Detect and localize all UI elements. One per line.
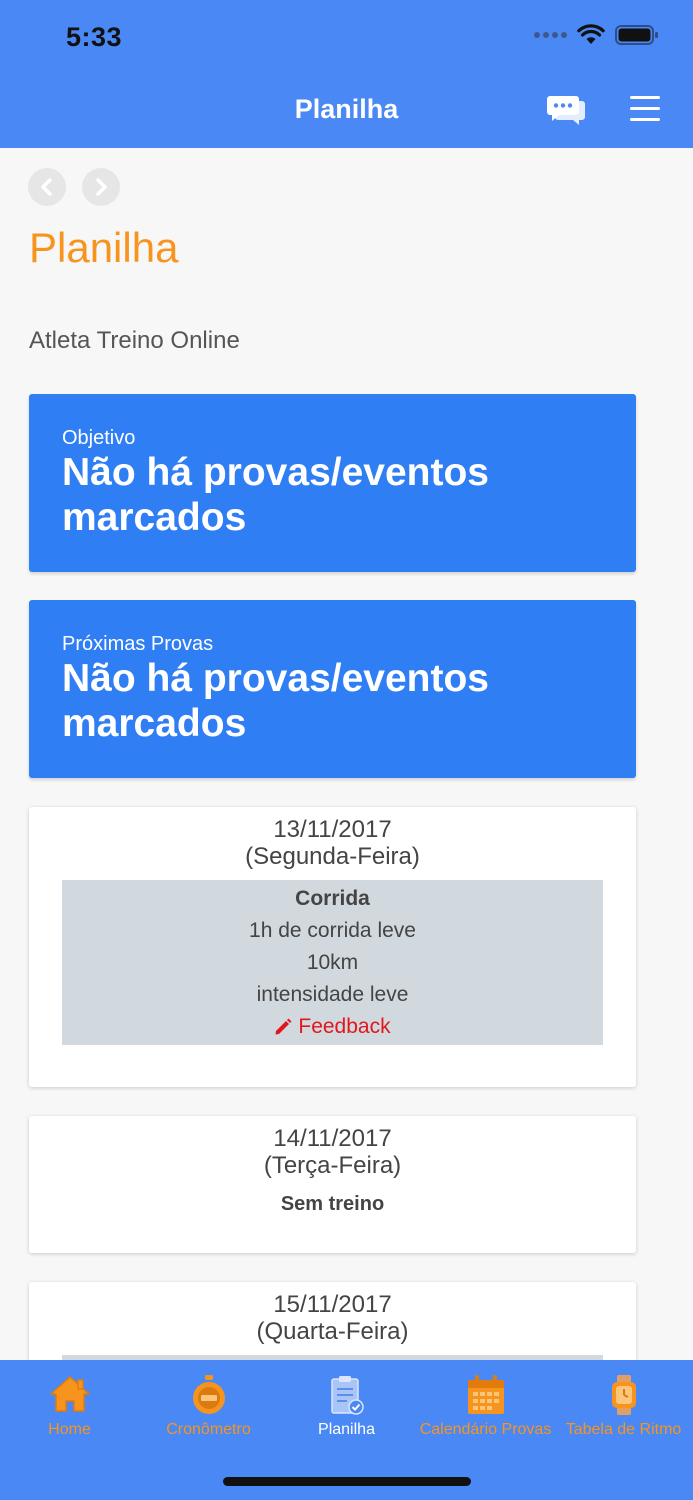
objective-label: Objetivo [62, 427, 136, 449]
day-weekday: (Segunda-Feira) [245, 843, 420, 870]
status-indicators [534, 24, 659, 46]
tab-label: Planilha [318, 1421, 375, 1438]
feedback-link[interactable]: Feedback [62, 1011, 603, 1043]
workout-line: intensidade leve [256, 983, 409, 1006]
app-header: 5:33 Planilha [0, 0, 693, 148]
next-races-card: Próximas Provas Não há provas/eventos ma… [29, 600, 636, 778]
menu-icon[interactable] [630, 96, 660, 122]
tab-home[interactable]: Home [0, 1360, 139, 1450]
day-card: 14/11/2017 (Terça-Feira) Sem treino [29, 1116, 636, 1253]
home-indicator [223, 1477, 471, 1486]
next-races-label: Próximas Provas [62, 633, 214, 655]
home-icon [49, 1376, 90, 1412]
tab-label: Calendário Provas [419, 1421, 552, 1438]
battery-icon [615, 25, 658, 45]
day-card: 13/11/2017 (Segunda-Feira) Corrida 1h de… [29, 807, 636, 1087]
wifi-icon [577, 24, 605, 44]
page-title: Planilha [29, 224, 179, 271]
workout-line: 10km [306, 951, 359, 974]
smartwatch-icon [611, 1375, 636, 1415]
signal-icon [534, 32, 567, 38]
chat-button[interactable] [546, 94, 586, 126]
no-training-note: Sem treino [280, 1193, 385, 1215]
next-week-button[interactable] [82, 168, 120, 206]
tab-label: Cronômetro [166, 1421, 251, 1438]
workout-type: Corrida [295, 887, 370, 910]
prev-week-button[interactable] [28, 168, 66, 206]
tab-pace-table[interactable]: Tabela de Ritmo [554, 1360, 693, 1450]
tab-label: Tabela de Ritmo [565, 1421, 682, 1438]
day-weekday: (Terça-Feira) [263, 1152, 402, 1179]
chevron-left-icon [41, 178, 52, 196]
day-date: 13/11/2017 [273, 816, 392, 843]
tab-label: Home [48, 1421, 91, 1438]
athlete-name: Atleta Treino Online [29, 327, 240, 354]
stopwatch-icon [192, 1375, 225, 1414]
calendar-icon [467, 1375, 504, 1414]
day-date: 15/11/2017 [273, 1291, 392, 1318]
chat-icon [547, 96, 585, 125]
tab-stopwatch[interactable]: Cronômetro [139, 1360, 278, 1450]
workout-line: 1h de corrida leve [249, 919, 416, 942]
day-date: 14/11/2017 [273, 1125, 392, 1152]
clipboard-icon [330, 1376, 364, 1415]
workout-block: Corrida 1h de corrida leve 10km intensid… [62, 880, 603, 1045]
chevron-right-icon [96, 178, 107, 196]
tab-planilha[interactable]: Planilha [277, 1360, 416, 1450]
nav-title: Planilha [294, 94, 399, 124]
next-races-value: Não há provas/eventos marcados [62, 657, 489, 745]
objective-card: Objetivo Não há provas/eventos marcados [29, 394, 636, 572]
day-weekday: (Quarta-Feira) [256, 1318, 409, 1345]
tab-race-calendar[interactable]: Calendário Provas [416, 1360, 555, 1450]
pencil-icon [275, 1018, 292, 1035]
tab-bar: Home Cronômetro Planilha Calendário Prov… [0, 1360, 693, 1500]
status-time: 5:33 [66, 22, 123, 52]
feedback-label: Feedback [298, 1015, 391, 1038]
objective-value: Não há provas/eventos marcados [62, 451, 489, 539]
